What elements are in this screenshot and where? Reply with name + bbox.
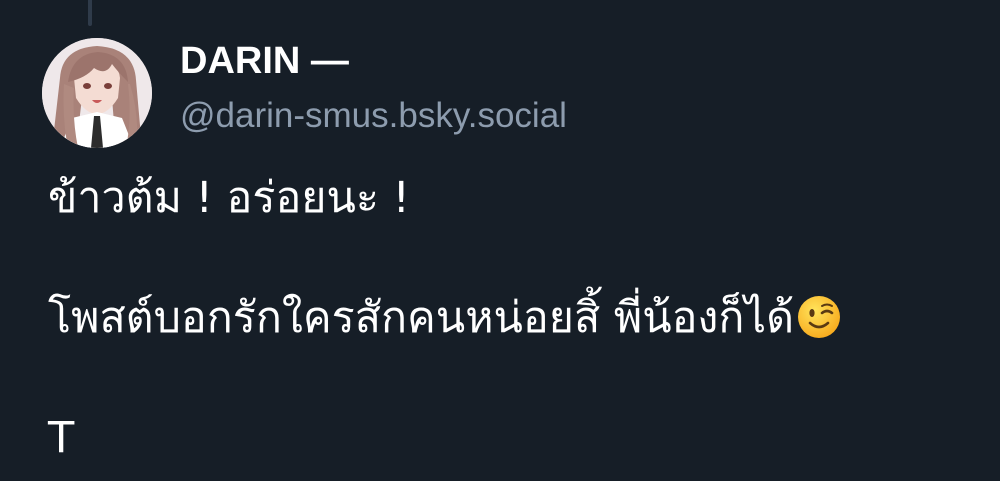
- author-handle[interactable]: @darin-smus.bsky.social: [180, 94, 567, 138]
- post-text: ข้าวต้ม ! อร่อยนะ ! โพสต์บอกรักใครสักคนห…: [48, 168, 988, 468]
- post-text-line: ข้าวต้ม ! อร่อยนะ !: [48, 173, 410, 223]
- post[interactable]: DARIN — @darin-smus.bsky.social ข้าวต้ม …: [0, 0, 1000, 481]
- post-text-line: T: [48, 413, 75, 463]
- author-display-name[interactable]: DARIN —: [180, 38, 349, 84]
- anime-character-avatar-icon: [42, 38, 152, 148]
- author-avatar[interactable]: [42, 38, 152, 148]
- post-text-line-with-emoji: โพสต์บอกรักใครสักคนหน่อยสิ้ พี่น้องก็ได้: [48, 288, 988, 348]
- winking-face-emoji-icon: [796, 294, 842, 340]
- post-text-line: โพสต์บอกรักใครสักคนหน่อยสิ้ พี่น้องก็ได้: [48, 293, 795, 343]
